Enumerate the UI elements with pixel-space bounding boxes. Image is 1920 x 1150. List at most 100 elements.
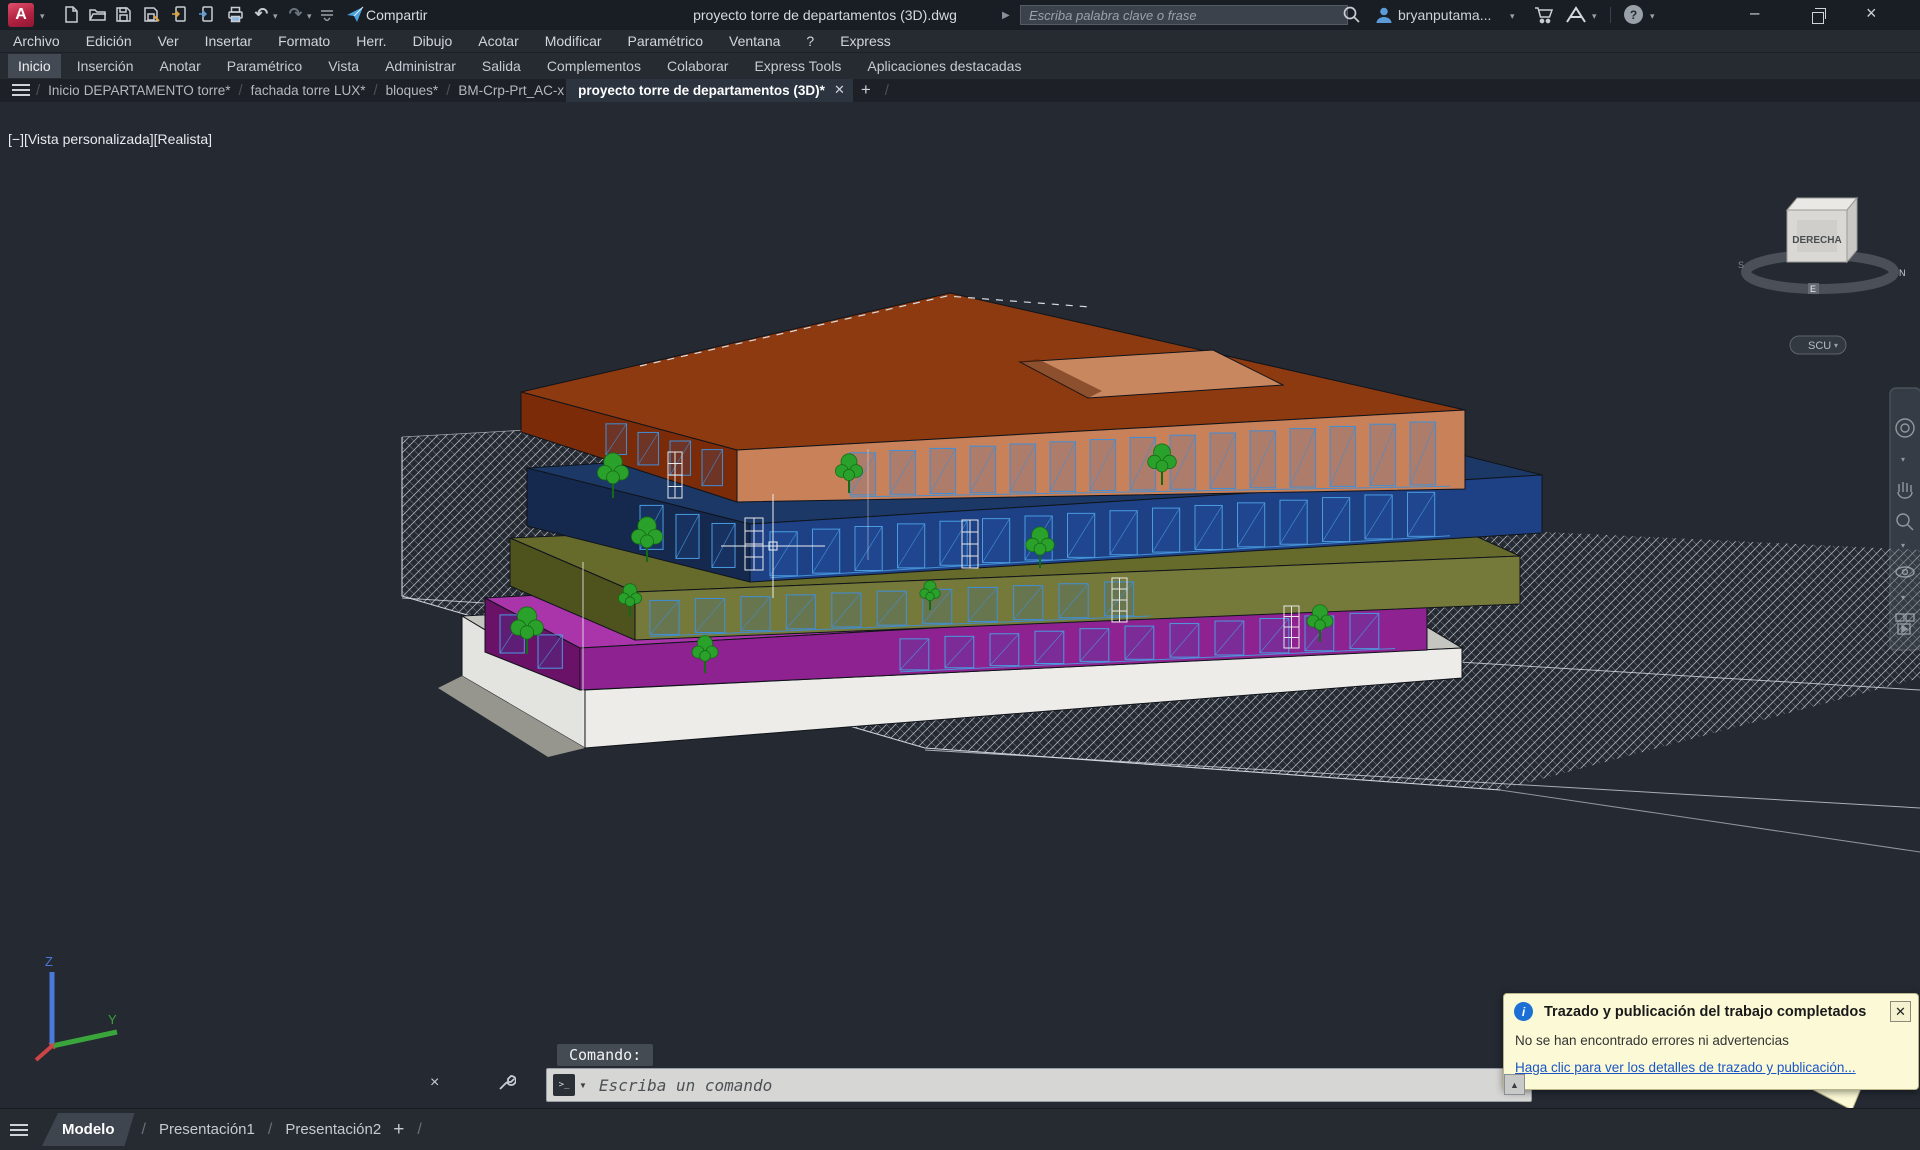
save-icon[interactable] — [112, 3, 135, 26]
command-history-label: Comando: — [557, 1044, 653, 1066]
open-from-mobile-icon[interactable] — [168, 3, 191, 26]
scu-button[interactable]: SCU ▾ — [1790, 336, 1846, 354]
svg-text:▾: ▾ — [1834, 341, 1838, 350]
compass-s-label: S — [1738, 260, 1744, 270]
title-bar: A ▾ ↶ ▾ ↷ ▾ Compartir proyecto torre de … — [0, 0, 1920, 30]
command-input[interactable] — [597, 1075, 1531, 1096]
command-prompt-icon[interactable]: >_ — [553, 1074, 575, 1096]
menu-bar: ArchivoEdiciónVerInsertarFormatoHerr.Dib… — [0, 30, 1920, 52]
user-menu-caret-icon[interactable]: ▾ — [1510, 11, 1515, 22]
ribbon-tab-anotar[interactable]: Anotar — [150, 54, 211, 78]
ribbon-tab-vista[interactable]: Vista — [318, 54, 369, 78]
file-tab-separator: / — [232, 82, 248, 99]
save-to-mobile-icon[interactable] — [196, 3, 219, 26]
redo-caret-icon[interactable]: ▾ — [307, 11, 312, 22]
print-icon[interactable] — [224, 3, 247, 26]
scu-label: SCU — [1808, 340, 1831, 352]
ribbon-tab-administrar[interactable]: Administrar — [375, 54, 466, 78]
ribbon-tab-salida[interactable]: Salida — [472, 54, 531, 78]
info-icon: i — [1514, 1002, 1533, 1021]
file-tab-close-icon[interactable]: ✕ — [834, 82, 845, 98]
user-avatar-icon[interactable] — [1372, 3, 1395, 26]
drawing-canvas[interactable]: DERECHA N E S SCU ▾ ▾ ▾ ▾ Z Y — [0, 102, 1920, 1108]
share-button[interactable]: Compartir — [366, 7, 427, 23]
notification-details-link[interactable]: Haga clic para ver los detalles de traza… — [1515, 1060, 1856, 1075]
menu-item-insertar[interactable]: Insertar — [192, 31, 265, 51]
command-caret-icon[interactable]: ▼ — [579, 1081, 587, 1090]
qat-customize-icon[interactable] — [320, 9, 334, 21]
svg-text:▾: ▾ — [1901, 541, 1905, 550]
window-title: proyecto torre de departamentos (3D).dwg — [625, 7, 1025, 23]
help-icon[interactable]: ? — [1624, 5, 1643, 24]
menu-item--[interactable]: ? — [793, 31, 827, 51]
undo-icon[interactable]: ↶ — [250, 3, 273, 26]
share-plane-icon[interactable] — [344, 3, 367, 26]
save-as-icon[interactable] — [140, 3, 163, 26]
menu-item-edici-n[interactable]: Edición — [73, 31, 145, 51]
viewport-controls[interactable]: [−][Vista personalizada][Realista] — [8, 131, 212, 147]
viewcube[interactable]: DERECHA N E S — [1738, 198, 1906, 294]
help-caret-icon[interactable]: ▾ — [1650, 11, 1655, 22]
file-tab-0[interactable]: Inicio — [46, 79, 82, 102]
ribbon-tab-complementos[interactable]: Complementos — [537, 54, 651, 78]
command-wrench-icon[interactable] — [496, 1073, 516, 1093]
ribbon-tab-inserci-n[interactable]: Inserción — [67, 54, 144, 78]
autocad-logo[interactable]: A — [8, 3, 34, 27]
command-scroll-up-button[interactable]: ▲ — [1504, 1074, 1525, 1095]
layout-tab-presentación1[interactable]: Presentación1 — [153, 1121, 261, 1138]
autodesk-logo-icon[interactable] — [1564, 3, 1587, 26]
new-drawing-button[interactable]: + — [853, 80, 879, 100]
menu-item-ventana[interactable]: Ventana — [716, 31, 793, 51]
status-bar: Modelo/Presentación1/Presentación2+/ — [0, 1108, 1920, 1150]
ribbon-tab-param-trico[interactable]: Paramétrico — [217, 54, 312, 78]
undo-caret-icon[interactable]: ▾ — [273, 11, 278, 22]
menu-item-modificar[interactable]: Modificar — [532, 31, 615, 51]
menu-item-archivo[interactable]: Archivo — [0, 31, 73, 51]
cart-icon[interactable] — [1532, 3, 1555, 26]
restore-button[interactable] — [1812, 12, 1824, 24]
menu-item-express[interactable]: Express — [827, 31, 904, 51]
search-icon[interactable] — [1340, 3, 1363, 26]
command-input-bar[interactable]: >_ ▼ — [546, 1068, 1532, 1102]
file-tab-active[interactable]: proyecto torre de departamentos (3D)*✕ — [566, 78, 853, 102]
notification-body: No se han encontrado errores ni adverten… — [1515, 1033, 1789, 1048]
layout-tab-presentación2[interactable]: Presentación2 — [279, 1121, 387, 1138]
menu-item-dibujo[interactable]: Dibujo — [400, 31, 466, 51]
navigation-bar[interactable]: ▾ ▾ ▾ — [1890, 388, 1920, 650]
ribbon-tab-aplicaciones-destacadas[interactable]: Aplicaciones destacadas — [857, 54, 1031, 78]
minimize-button[interactable]: – — [1750, 4, 1759, 21]
ucs-y-label: Y — [108, 1012, 117, 1027]
layout-tab-modelo[interactable]: Modelo — [42, 1113, 135, 1146]
menu-item-param-trico[interactable]: Paramétrico — [615, 31, 716, 51]
ribbon-tab-inicio[interactable]: Inicio — [8, 54, 61, 78]
ribbon-tab-express-tools[interactable]: Express Tools — [744, 54, 851, 78]
close-button[interactable]: × — [1866, 4, 1877, 22]
menu-item-acotar[interactable]: Acotar — [465, 31, 531, 51]
viewcube-face-label: DERECHA — [1792, 235, 1841, 246]
file-tab-1[interactable]: DEPARTAMENTO torre* — [82, 79, 233, 102]
command-close-icon[interactable]: × — [430, 1074, 439, 1092]
open-folder-icon[interactable] — [86, 3, 109, 26]
app-menu-caret-icon[interactable]: ▾ — [40, 11, 45, 22]
file-tab-3[interactable]: bloques* — [384, 79, 441, 102]
layout-menu-icon[interactable] — [10, 1121, 28, 1139]
menu-item-herr-[interactable]: Herr. — [343, 31, 399, 51]
ribbon-tab-bar: InicioInserciónAnotarParamétricoVistaAdm… — [0, 52, 1920, 79]
new-file-icon[interactable] — [60, 3, 83, 26]
site-road-line[interactable] — [1500, 790, 1920, 852]
new-layout-button[interactable]: + — [387, 1119, 410, 1141]
ribbon-tab-colaborar[interactable]: Colaborar — [657, 54, 738, 78]
notification-close-icon[interactable]: ✕ — [1890, 1001, 1911, 1022]
menu-item-formato[interactable]: Formato — [265, 31, 343, 51]
autodesk-caret-icon[interactable]: ▾ — [1592, 11, 1597, 22]
menu-item-ver[interactable]: Ver — [145, 31, 192, 51]
file-tab-menu-icon[interactable] — [12, 81, 30, 99]
redo-icon[interactable]: ↷ — [284, 3, 307, 26]
file-tab-bar: /InicioDEPARTAMENTO torre*/fachada torre… — [0, 78, 1920, 102]
search-input[interactable] — [1020, 5, 1348, 25]
username-label[interactable]: bryanputama... — [1398, 7, 1491, 23]
layout-tab-separator: / — [410, 1121, 428, 1139]
file-tab-2[interactable]: fachada torre LUX* — [249, 79, 368, 102]
file-tab-4[interactable]: BM-Crp-Prt_AC-x — [456, 79, 566, 102]
search-expand-arrow-icon[interactable]: ▶ — [1002, 10, 1010, 21]
